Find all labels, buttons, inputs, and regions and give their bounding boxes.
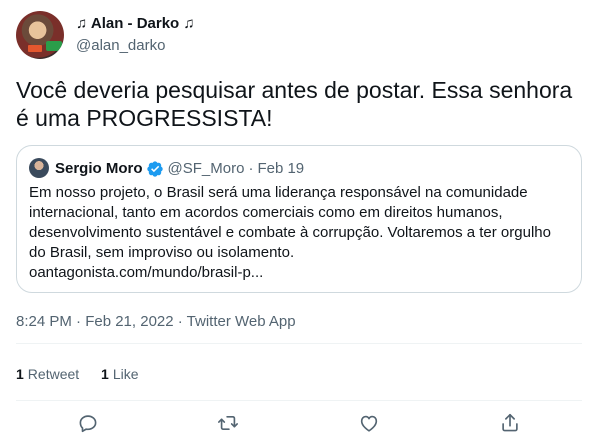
tweet-stats: 1 Retweet 1 Like [16, 364, 157, 384]
quote-author-name[interactable]: Sergio Moro [55, 159, 143, 179]
share-icon[interactable] [499, 412, 521, 434]
quote-separator: · [248, 160, 254, 177]
author-handle[interactable]: @alan_darko [76, 36, 165, 56]
tweet: ♫ Alan - Darko ♫ @alan_darko Você deveri… [0, 0, 598, 447]
like-icon[interactable] [358, 412, 380, 434]
avatar-badge [46, 41, 62, 51]
retweets-label: Retweet [27, 366, 80, 382]
verified-badge-icon [146, 160, 164, 178]
reply-icon[interactable] [77, 412, 99, 434]
retweet-icon[interactable] [217, 412, 239, 434]
retweets-count: 1 [16, 366, 24, 382]
quote-body: Em nosso projeto, o Brasil será uma lide… [29, 183, 569, 283]
likes-stat[interactable]: 1 Like [101, 366, 138, 382]
tweet-text: Você deveria pesquisar antes de postar. … [16, 77, 573, 131]
quote-link[interactable]: oantagonista.com/mundo/brasil-p... [29, 263, 569, 283]
author-name[interactable]: ♫ Alan - Darko ♫ [76, 14, 195, 34]
likes-count: 1 [101, 366, 109, 382]
quote-avatar[interactable] [29, 158, 49, 178]
quote-date[interactable]: Feb 19 [257, 159, 304, 179]
quoted-tweet[interactable]: Sergio Moro @SF_Moro · Feb 19 Em nosso p… [16, 145, 582, 293]
quote-author-handle[interactable]: @SF_Moro [168, 159, 245, 179]
quote-text: Em nosso projeto, o Brasil será uma lide… [29, 184, 551, 261]
avatar[interactable] [16, 11, 64, 59]
retweets-stat[interactable]: 1 Retweet [16, 366, 79, 382]
divider [16, 400, 582, 401]
avatar-badge [28, 45, 42, 52]
quote-header: Sergio Moro @SF_Moro · Feb 19 [55, 159, 304, 179]
tweet-timestamp[interactable]: 8:24 PM · Feb 21, 2022 · Twitter Web App [16, 312, 296, 332]
divider [16, 343, 582, 344]
likes-label: Like [112, 366, 139, 382]
